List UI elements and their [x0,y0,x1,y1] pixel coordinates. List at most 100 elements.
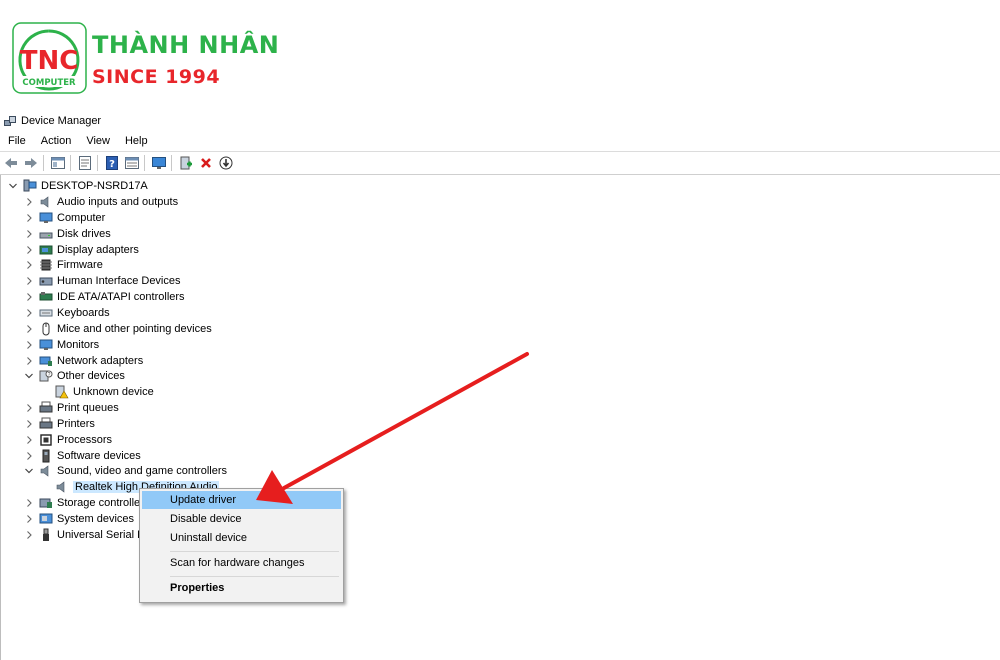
help-icon[interactable]: ? [103,154,121,172]
tree-item-label: Storage controller [57,497,144,510]
tree-category-printers[interactable]: Printers [23,416,95,432]
chevron-right-icon[interactable] [23,529,35,541]
desktop-computer-icon [23,179,37,193]
menu-item-properties[interactable]: Properties [142,579,341,597]
logo-computer-text: COMPUTER [22,78,76,88]
chevron-right-icon[interactable] [23,497,35,509]
menu-view[interactable]: View [78,135,117,147]
keyboard-icon [39,306,53,320]
menu-item-scan-hardware[interactable]: Scan for hardware changes [142,554,341,572]
chevron-right-icon[interactable] [23,355,35,367]
device-manager-icon [4,116,16,126]
chevron-down-icon[interactable] [23,370,35,382]
chevron-right-icon[interactable] [23,244,35,256]
tree-category-disk-drives[interactable]: Disk drives [23,226,111,242]
tree-category-computer[interactable]: Computer [23,210,105,226]
tree-category-monitors[interactable]: Monitors [23,337,99,353]
svg-text:?: ? [109,159,115,170]
back-icon[interactable] [2,154,20,172]
details-view-icon[interactable] [123,154,141,172]
chevron-right-icon[interactable] [23,402,35,414]
tree-category-storage-controller[interactable]: Storage controller [23,495,144,511]
tree-item-label: Monitors [57,338,100,351]
tree-category-processors[interactable]: Processors [23,432,112,448]
tree-category-print-queues[interactable]: Print queues [23,400,119,416]
monitor-scan-icon[interactable] [150,154,168,172]
tree-item-label: Firmware [57,259,103,272]
tree-category-other-devices[interactable]: ? Other devices [23,368,125,384]
warning-device-icon [55,385,69,399]
menu-item-update-driver[interactable]: Update driver [142,491,341,509]
chevron-down-icon[interactable] [23,465,35,477]
logo-mark-text: TNC [20,46,79,76]
menu-action[interactable]: Action [33,135,79,147]
tree-category-ide-ata-atapi-controllers[interactable]: IDE ATA/ATAPI controllers [23,289,185,305]
network-icon [39,354,53,368]
add-driver-icon[interactable] [177,154,195,172]
menu-item-disable-device[interactable]: Disable device [142,510,341,528]
menu-file[interactable]: File [0,135,33,147]
storage-icon [39,496,53,510]
tree-root[interactable]: DESKTOP-NSRD17A [7,178,148,194]
toolbar: ? [0,151,1000,175]
chevron-right-icon[interactable] [23,291,35,303]
ide-icon [39,290,53,304]
chevron-right-icon[interactable] [23,513,35,525]
tree-category-firmware[interactable]: Firmware [23,257,103,273]
properties-icon[interactable] [76,154,94,172]
tree-item-label: System devices [57,513,135,525]
chevron-right-icon[interactable] [23,196,35,208]
tree-item-label: Processors [57,433,113,446]
forward-icon[interactable] [22,154,40,172]
tree-device-unknown-device[interactable]: Unknown device [55,384,154,400]
tree-category-system-devices[interactable]: System devices [23,511,134,527]
tree-category-audio-inputs-and-outputs[interactable]: Audio inputs and outputs [23,194,178,210]
chevron-right-icon[interactable] [23,212,35,224]
menu-help[interactable]: Help [117,135,155,147]
tree-category-human-interface-devices[interactable]: Human Interface Devices [23,273,181,289]
chevron-right-icon[interactable] [23,450,35,462]
chevron-right-icon[interactable] [23,323,35,335]
chevron-right-icon[interactable] [23,275,35,287]
tnc-logo: TNC COMPUTER [12,22,87,94]
tree-item-label: Computer [57,211,106,224]
tree-category-sound-video-and-game-controllers[interactable]: Sound, video and game controllers [23,463,227,479]
chevron-right-icon[interactable] [23,339,35,351]
tree-item-label: Other devices [57,370,125,383]
download-driver-icon[interactable] [217,154,235,172]
svg-text:?: ? [48,372,51,378]
tree-category-mice-and-other-pointing-devices[interactable]: Mice and other pointing devices [23,321,212,337]
menu-separator [170,576,339,577]
window-title: Device Manager [21,115,102,127]
chevron-right-icon[interactable] [23,307,35,319]
disk-icon [39,227,53,241]
chevron-right-icon[interactable] [23,228,35,240]
properties-view-icon[interactable] [49,154,67,172]
tree-category-keyboards[interactable]: Keyboards [23,305,110,321]
monitor-icon [39,338,53,352]
tree-root-label: DESKTOP-NSRD17A [41,180,148,192]
tree-item-label: Mice and other pointing devices [57,322,212,335]
printer-icon [39,417,53,431]
brand-name: THÀNH NHÂN [92,31,280,59]
speaker-icon [55,480,69,494]
chevron-right-icon[interactable] [23,434,35,446]
usb-icon [39,528,53,542]
tree-item-label: Sound, video and game controllers [57,465,227,478]
window-title-bar: Device Manager [4,113,101,129]
chevron-down-icon[interactable] [7,180,19,192]
tree-category-universal-serial-bu[interactable]: Universal Serial Bu [23,527,151,543]
uninstall-x-icon[interactable] [197,154,215,172]
chevron-right-icon[interactable] [23,418,35,430]
tree-category-display-adapters[interactable]: Display adapters [23,242,139,258]
computer-icon [39,211,53,225]
chip-icon [39,258,53,272]
hid-icon [39,274,53,288]
menu-item-uninstall-device[interactable]: Uninstall device [142,529,341,547]
chevron-right-icon[interactable] [23,259,35,271]
tree-category-software-devices[interactable]: Software devices [23,448,141,464]
tree-item-label: Unknown device [73,386,154,399]
tree-category-network-adapters[interactable]: Network adapters [23,353,143,369]
context-menu: Update driver Disable device Uninstall d… [139,488,344,603]
speaker-icon [39,464,53,478]
